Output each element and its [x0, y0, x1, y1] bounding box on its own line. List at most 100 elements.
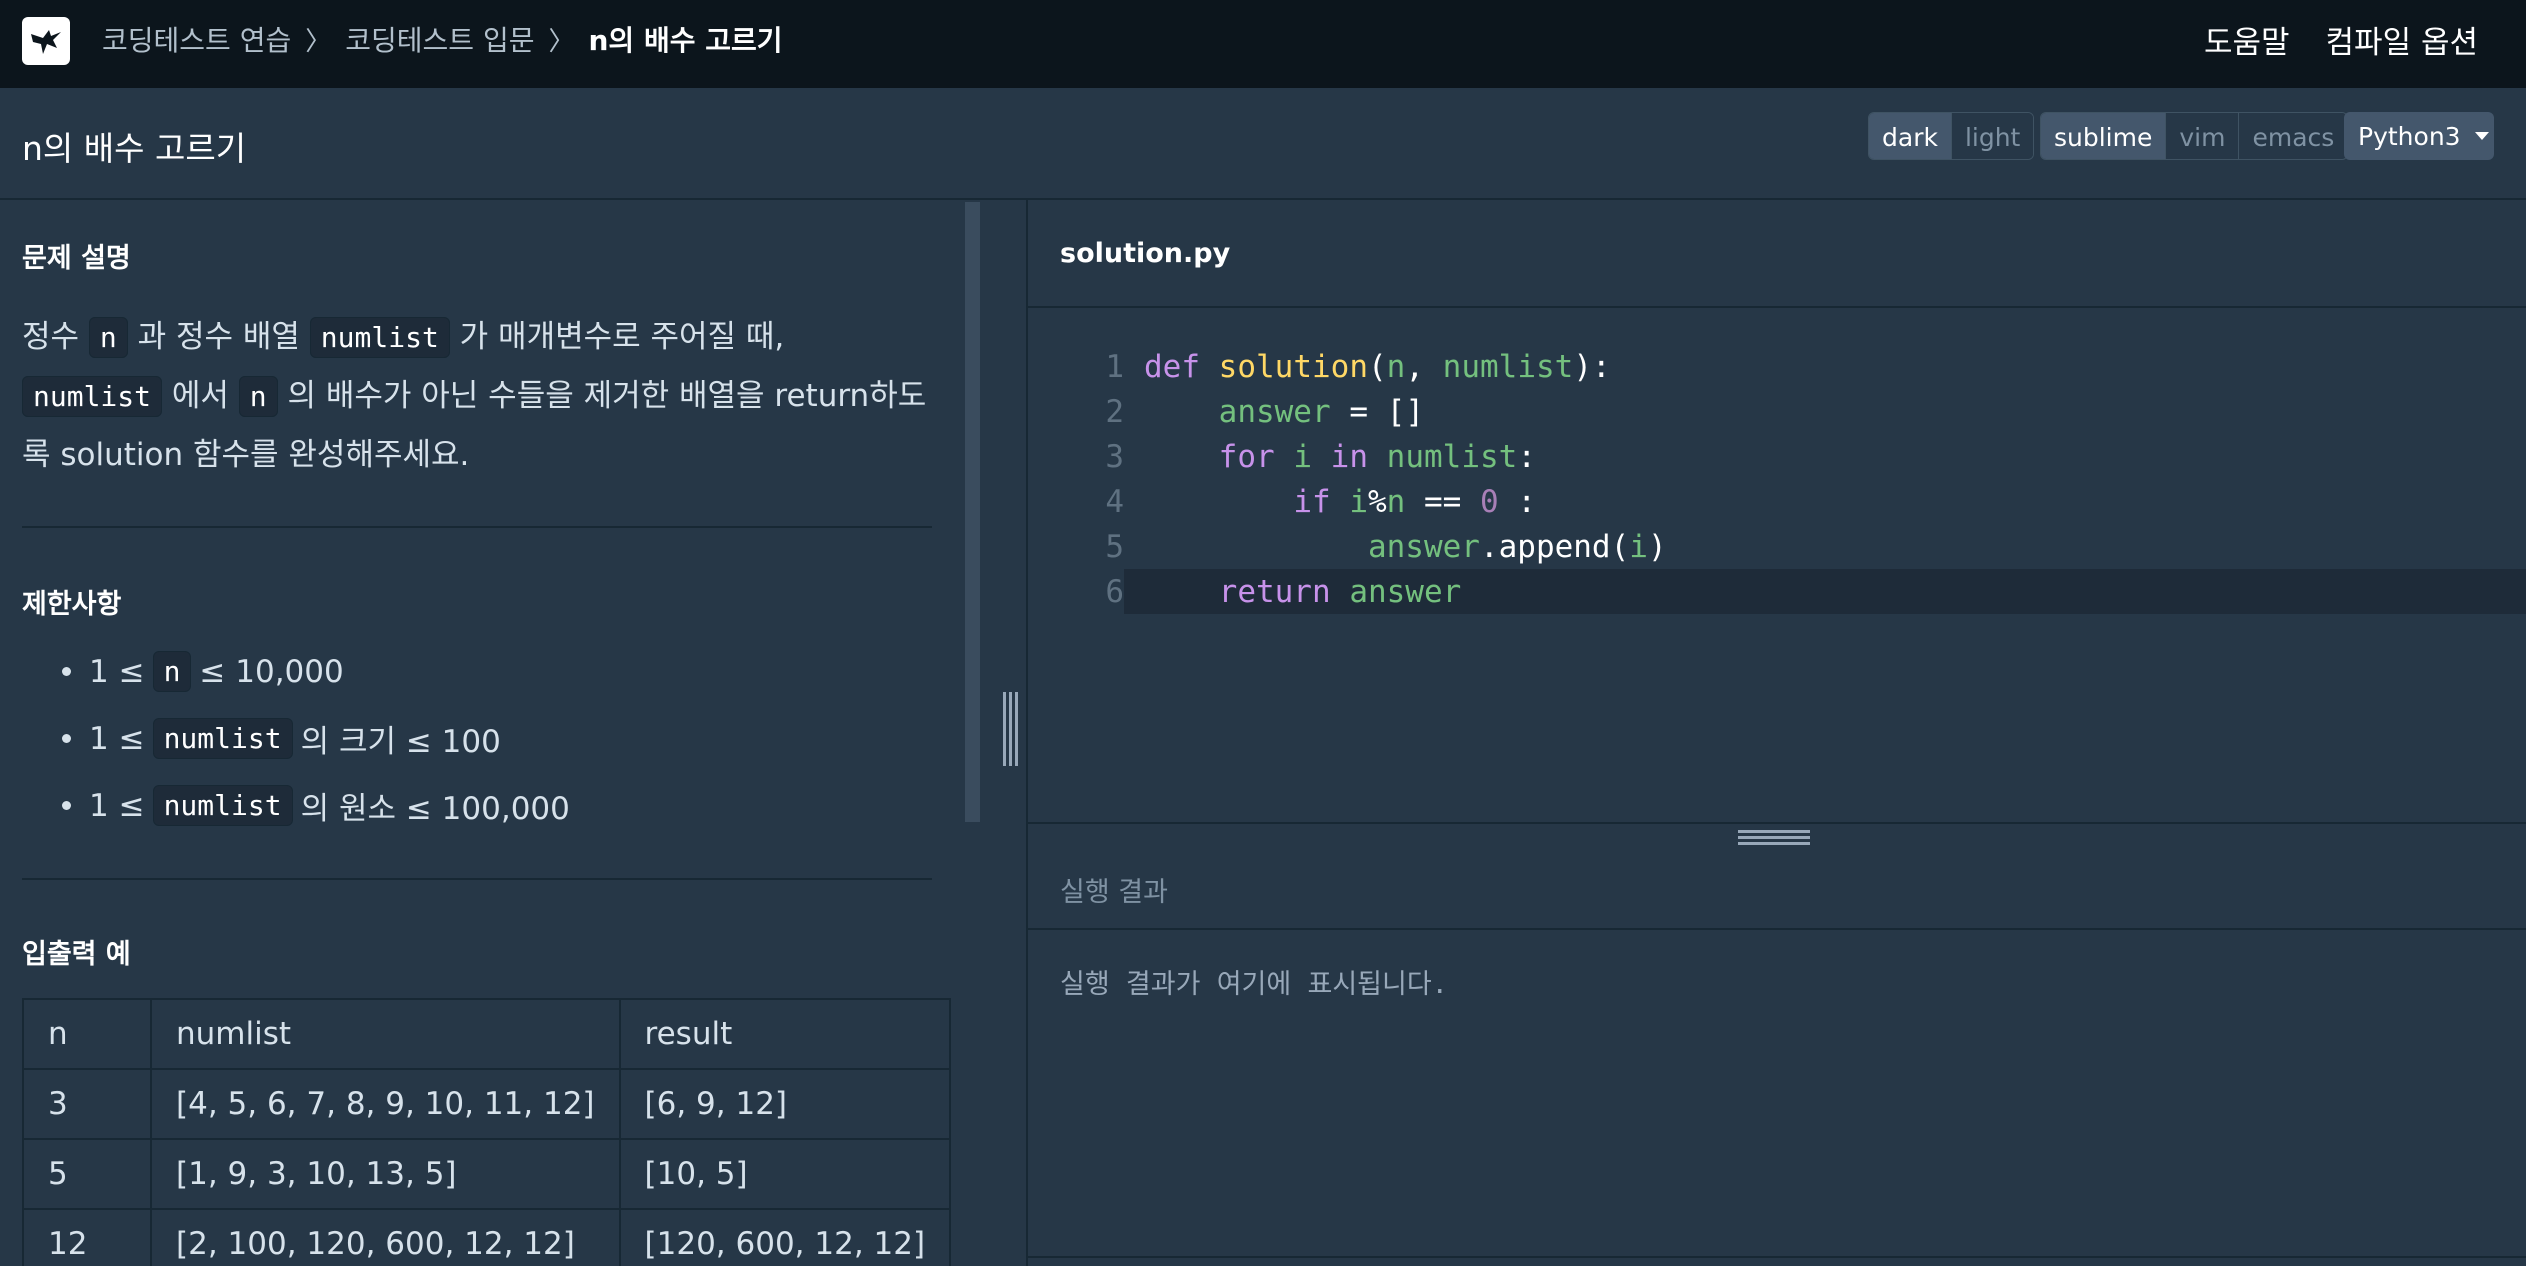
- bullet-icon: [62, 667, 71, 676]
- table-row: 3 [4, 5, 6, 7, 8, 9, 10, 11, 12] [6, 9, …: [22, 1068, 952, 1140]
- table-cell: 12: [22, 1208, 152, 1266]
- problem-description: 정수 n 과 정수 배열 numlist 가 매개변수로 주어질 때, numl…: [22, 308, 942, 484]
- code-line[interactable]: 2 answer = []: [1028, 389, 2526, 434]
- code-text: def solution(n, numlist):: [1144, 348, 1611, 385]
- code-line[interactable]: 1 def solution(n, numlist):: [1028, 344, 2526, 389]
- language-selected: Python3: [2358, 121, 2461, 151]
- code-line[interactable]: 3 for i in numlist:: [1028, 434, 2526, 479]
- help-link[interactable]: 도움말: [2204, 17, 2290, 62]
- io-example-heading: 입출력 예: [22, 939, 131, 970]
- limit-text: 의 크기 ≤ 100: [300, 724, 501, 760]
- result-header: 실행 결과: [1028, 822, 2526, 930]
- code-editor[interactable]: 1 def solution(n, numlist): 2 answer = […: [1028, 308, 2526, 822]
- table-cell: [1, 9, 3, 10, 13, 5]: [150, 1138, 621, 1210]
- code-text: return answer: [1218, 573, 1462, 610]
- line-number: 3: [1105, 438, 1124, 475]
- code-text: for i in numlist:: [1218, 438, 1536, 475]
- inline-code: numlist: [152, 718, 293, 759]
- bullet-icon: [62, 734, 71, 743]
- limits-heading: 제한사항: [22, 589, 122, 620]
- limit-text: ≤ 10,000: [199, 653, 344, 690]
- limit-text: 1 ≤: [89, 787, 145, 824]
- table-cell: [4, 5, 6, 7, 8, 9, 10, 11, 12]: [150, 1068, 621, 1140]
- desc-text: 에서: [171, 378, 229, 414]
- theme-light-button[interactable]: light: [1951, 113, 2034, 159]
- limit-text: 1 ≤: [89, 653, 145, 690]
- breadcrumb-item-intro[interactable]: 코딩테스트 입문: [345, 19, 534, 59]
- table-cell: [2, 100, 120, 600, 12, 12]: [150, 1208, 621, 1266]
- limits-list: 1 ≤ n ≤ 10,000 1 ≤ numlist 의 크기 ≤ 100 1 …: [50, 638, 570, 839]
- limit-text: 의 원소 ≤ 100,000: [300, 791, 570, 827]
- bullet-icon: [62, 801, 71, 810]
- top-navbar: 코딩테스트 연습 〉 코딩테스트 입문 〉 n의 배수 고르기 도움말 컴파일 …: [0, 0, 2526, 88]
- divider: [22, 878, 932, 880]
- inline-code: numlist: [309, 317, 450, 358]
- desc-text: 가 매개변수로 주어질 때,: [459, 319, 785, 355]
- problem-panel: 문제 설명 정수 n 과 정수 배열 numlist 가 매개변수로 주어질 때…: [0, 200, 1026, 1266]
- code-text: answer.append(i): [1367, 528, 1667, 565]
- breadcrumb: 코딩테스트 연습 〉 코딩테스트 입문 〉 n의 배수 고르기: [102, 0, 783, 78]
- keymap-sublime-button[interactable]: sublime: [2041, 113, 2167, 159]
- table-header-row: n numlist result: [22, 998, 952, 1070]
- line-number: 1: [1105, 348, 1124, 385]
- result-output: 실행 결과가 여기에 표시됩니다.: [1060, 969, 1448, 1000]
- limit-item: 1 ≤ numlist 의 크기 ≤ 100: [50, 705, 570, 772]
- table-cell: [120, 600, 12, 12]: [618, 1208, 952, 1266]
- language-dropdown[interactable]: Python3: [2344, 112, 2494, 160]
- limit-item: 1 ≤ n ≤ 10,000: [50, 638, 570, 705]
- splitter-handle-icon[interactable]: [1003, 692, 1019, 766]
- line-number: 4: [1105, 483, 1124, 520]
- resize-handle-icon[interactable]: [1738, 830, 1810, 848]
- keymap-emacs-button[interactable]: emacs: [2239, 113, 2348, 159]
- table-cell: 5: [22, 1138, 152, 1210]
- code-line[interactable]: 5 answer.append(i): [1028, 524, 2526, 569]
- theme-toggle: dark light: [1868, 112, 2035, 160]
- line-number: 6: [1105, 573, 1124, 610]
- breadcrumb-item-current: n의 배수 고르기: [588, 24, 783, 57]
- challenge-header: n의 배수 고르기 dark light sublime vim emacs P…: [0, 88, 2526, 200]
- inline-code: n: [238, 376, 278, 417]
- table-cell: [10, 5]: [618, 1138, 952, 1210]
- theme-dark-button[interactable]: dark: [1869, 113, 1952, 159]
- chevron-right-icon: 〉: [305, 26, 332, 57]
- table-header: numlist: [150, 998, 621, 1070]
- table-header: n: [22, 998, 152, 1070]
- table-row: 5 [1, 9, 3, 10, 13, 5] [10, 5]: [22, 1138, 952, 1210]
- result-title: 실행 결과: [1060, 877, 1168, 908]
- page-title: n의 배수 고르기: [22, 129, 247, 168]
- line-number: 5: [1105, 528, 1124, 565]
- problem-scrollbar[interactable]: [965, 202, 980, 822]
- code-line[interactable]: 6 return answer: [1028, 569, 2526, 614]
- compile-options-link[interactable]: 컴파일 옵션: [2326, 17, 2478, 62]
- table-cell: 3: [22, 1068, 152, 1140]
- chevron-right-icon: 〉: [548, 26, 575, 57]
- file-tab-bar: solution.py: [1028, 200, 2526, 308]
- inline-code: numlist: [22, 376, 163, 417]
- desc-text: 정수: [22, 319, 80, 355]
- inline-code: n: [88, 317, 128, 358]
- limit-text: 1 ≤: [89, 720, 145, 757]
- programmers-logo-icon[interactable]: [22, 17, 70, 65]
- editor-panel: solution.py 1 def solution(n, numlist): …: [1028, 200, 2526, 1266]
- table-cell: [6, 9, 12]: [618, 1068, 952, 1140]
- code-text: answer = []: [1218, 393, 1424, 430]
- desc-text: 과 정수 배열: [137, 319, 300, 355]
- table-header: result: [618, 998, 952, 1070]
- inline-code: n: [152, 651, 192, 692]
- inline-code: numlist: [152, 785, 293, 826]
- keymap-toggle: sublime vim emacs: [2040, 112, 2349, 160]
- keymap-vim-button[interactable]: vim: [2166, 113, 2240, 159]
- breadcrumb-item-practice[interactable]: 코딩테스트 연습: [102, 19, 291, 59]
- io-example-table: n numlist result 3 [4, 5, 6, 7, 8, 9, 10…: [22, 998, 952, 1266]
- table-row: 12 [2, 100, 120, 600, 12, 12] [120, 600,…: [22, 1208, 952, 1266]
- code-line[interactable]: 4 if i%n == 0 :: [1028, 479, 2526, 524]
- caret-down-icon: [2474, 132, 2489, 140]
- divider: [22, 526, 932, 528]
- code-text: if i%n == 0 :: [1293, 483, 1537, 520]
- description-heading: 문제 설명: [22, 243, 131, 274]
- limit-item: 1 ≤ numlist 의 원소 ≤ 100,000: [50, 772, 570, 839]
- file-name: solution.py: [1060, 238, 1231, 269]
- line-number: 2: [1105, 393, 1124, 430]
- divider: [1028, 1256, 2526, 1258]
- topnav-actions: 도움말 컴파일 옵션: [2204, 0, 2478, 78]
